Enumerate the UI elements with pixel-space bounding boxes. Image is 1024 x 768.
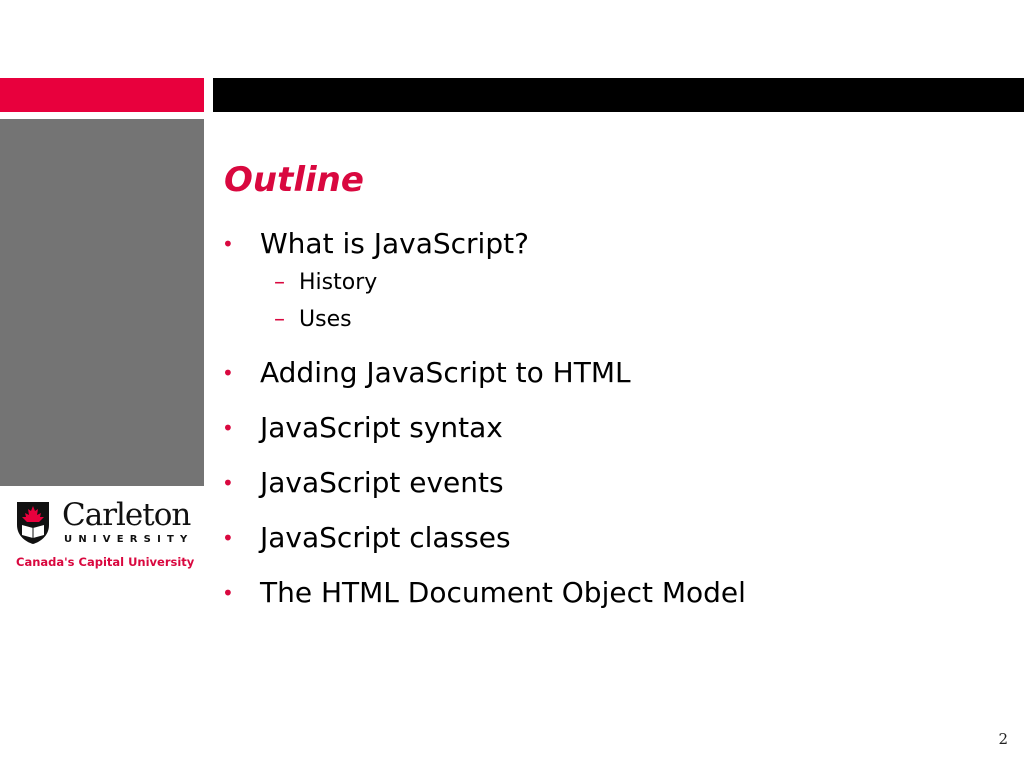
logo-tagline: Canada's Capital University [16, 555, 195, 569]
bullet-icon: • [222, 232, 234, 256]
outline-item-label: JavaScript events [260, 466, 504, 499]
bullet-icon: • [222, 526, 234, 550]
logo-subtitle: UNIVERSITY [64, 534, 194, 545]
slide-title: Outline [224, 160, 364, 200]
bullet-icon: • [222, 471, 234, 495]
shield-maple-leaf-book-icon [17, 502, 49, 544]
side-gray-panel [0, 119, 204, 486]
outline-item-label: JavaScript syntax [260, 411, 503, 444]
header-black-bar [213, 78, 1024, 112]
bullet-icon: • [222, 416, 234, 440]
outline-item-label: The HTML Document Object Model [260, 576, 746, 609]
carleton-logo: Carleton UNIVERSITY Canada's Capital Uni… [14, 497, 195, 573]
dash-icon: – [274, 270, 285, 295]
page-number: 2 [998, 730, 1008, 748]
bullet-icon: • [222, 581, 234, 605]
logo-name: Carleton [62, 497, 191, 533]
dash-icon: – [274, 307, 285, 332]
outline-item-label: JavaScript classes [260, 521, 511, 554]
outline-subitem-label: History [299, 270, 378, 295]
bullet-icon: • [222, 361, 234, 385]
outline-item-label: Adding JavaScript to HTML [260, 356, 631, 389]
outline-item-label: What is JavaScript? [260, 227, 529, 260]
outline-subitem-label: Uses [299, 307, 352, 332]
header-red-bar [0, 78, 204, 112]
